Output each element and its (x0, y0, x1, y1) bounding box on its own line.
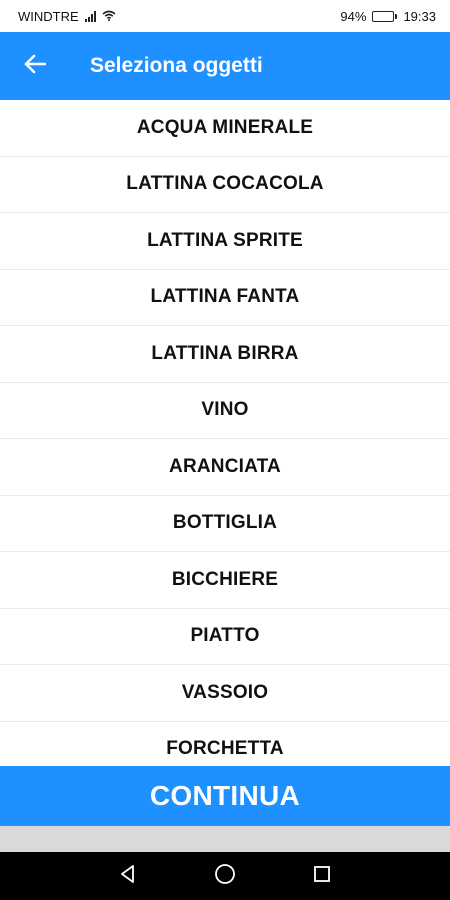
battery-icon (372, 10, 398, 22)
list-item[interactable]: LATTINA FANTA (0, 270, 450, 326)
clock: 19:33 (403, 8, 436, 24)
system-nav-bar (0, 852, 450, 900)
page-title: Seleziona oggetti (90, 54, 263, 77)
list-item[interactable]: LATTINA BIRRA (0, 326, 450, 383)
list-item[interactable]: PIATTO (0, 609, 450, 665)
battery-percent: 94% (340, 8, 367, 24)
object-list[interactable]: ACQUA MINERALE LATTINA COCACOLA LATTINA … (0, 100, 450, 766)
status-right: 94% 19:33 (340, 9, 436, 24)
bottom-divider-band (0, 826, 450, 852)
list-item[interactable]: FORCHETTA (0, 722, 450, 767)
home-circle-icon (214, 863, 236, 890)
back-button[interactable] (0, 32, 70, 100)
list-item[interactable]: VASSOIO (0, 665, 450, 722)
back-triangle-icon (118, 864, 138, 889)
list-item[interactable]: BICCHIERE (0, 552, 450, 609)
nav-recents-button[interactable] (302, 856, 342, 896)
status-left: WINDTRE (18, 9, 116, 24)
list-item[interactable]: VINO (0, 383, 450, 439)
app-bar: Seleziona oggetti (0, 32, 450, 100)
wifi-icon (102, 9, 116, 24)
nav-home-button[interactable] (205, 856, 245, 896)
list-item[interactable]: ARANCIATA (0, 439, 450, 496)
nav-back-button[interactable] (108, 856, 148, 896)
continue-button[interactable]: CONTINUA (0, 766, 450, 826)
list-item[interactable]: ACQUA MINERALE (0, 100, 450, 157)
list-item[interactable]: LATTINA COCACOLA (0, 157, 450, 213)
status-bar: WINDTRE 94% 19:33 (0, 0, 450, 32)
list-item[interactable]: BOTTIGLIA (0, 496, 450, 552)
carrier-label: WINDTRE (18, 8, 79, 24)
arrow-left-icon (24, 54, 47, 79)
recents-square-icon (313, 865, 331, 888)
list-item[interactable]: LATTINA SPRITE (0, 213, 450, 270)
signal-icon (84, 10, 96, 22)
